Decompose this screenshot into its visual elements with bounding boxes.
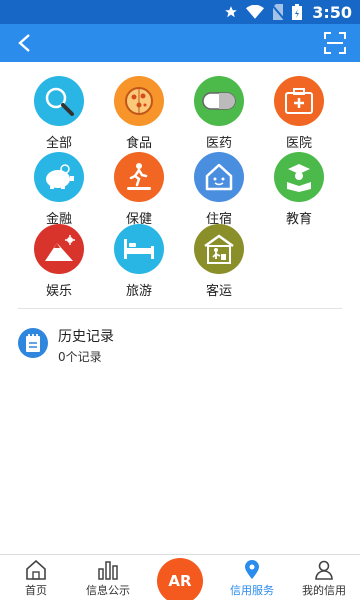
history-icon-bg <box>18 328 48 358</box>
tab-label: 我的信用 <box>302 584 346 597</box>
tab-info[interactable]: 信息公示 <box>72 555 144 600</box>
medical-kit-icon <box>285 88 313 114</box>
treadmill-icon <box>127 163 151 190</box>
category-education[interactable]: 教育 <box>259 152 339 227</box>
back-button[interactable] <box>12 32 36 54</box>
tab-label: 信息公示 <box>86 584 130 597</box>
category-icon-bg <box>114 152 164 202</box>
top-bar <box>0 24 360 62</box>
category-icon-bg <box>114 224 164 274</box>
bar-chart-icon <box>98 561 118 580</box>
no-sim-icon <box>272 4 285 20</box>
category-entertainment[interactable]: 娱乐 <box>19 224 99 299</box>
tab-credit-service[interactable]: 信用服务 <box>216 555 288 600</box>
battery-icon <box>292 4 303 20</box>
divider <box>18 308 342 309</box>
student-book-icon <box>287 164 311 192</box>
magnifier-icon <box>45 87 74 116</box>
status-time: 3:50 <box>312 2 352 22</box>
category-icon-bg <box>34 76 84 126</box>
category-travel[interactable]: 旅游 <box>99 224 179 299</box>
pill-icon <box>202 92 236 110</box>
ar-button[interactable]: AR <box>157 558 203 600</box>
category-food[interactable]: 食品 <box>99 76 179 151</box>
category-transport[interactable]: 客运 <box>179 224 259 299</box>
tab-label: 首页 <box>25 584 47 597</box>
category-icon-bg <box>34 152 84 202</box>
category-label: 客运 <box>205 284 232 299</box>
category-label: 食品 <box>125 136 152 151</box>
category-label: 医药 <box>205 136 232 151</box>
category-icon-bg <box>194 76 244 126</box>
category-health[interactable]: 保健 <box>99 152 179 227</box>
history-title: 历史记录 <box>58 329 114 345</box>
house-icon <box>205 163 233 191</box>
category-icon-bg <box>274 76 324 126</box>
bed-icon <box>124 239 154 259</box>
user-icon <box>315 560 333 580</box>
category-medicine[interactable]: 医药 <box>179 76 259 151</box>
category-lodging[interactable]: 住宿 <box>179 152 259 227</box>
category-finance[interactable]: 金融 <box>19 152 99 227</box>
status-bar: 3:50 <box>0 0 360 24</box>
category-label: 教育 <box>285 212 312 227</box>
notebook-icon <box>26 334 40 352</box>
scan-button[interactable] <box>324 32 346 54</box>
category-label: 全部 <box>45 136 72 151</box>
station-icon <box>204 234 234 264</box>
category-icon-bg <box>194 152 244 202</box>
category-label: 医院 <box>285 136 312 151</box>
home-icon <box>26 560 46 580</box>
pizza-icon <box>125 87 153 115</box>
ski-slope-icon <box>45 235 75 261</box>
category-icon-bg <box>34 224 84 274</box>
location-pin-icon <box>245 560 259 579</box>
tab-home[interactable]: 首页 <box>0 555 72 600</box>
history-section[interactable]: 历史记录 0个记录 <box>18 322 342 368</box>
category-icon-bg <box>194 224 244 274</box>
category-icon-bg <box>274 152 324 202</box>
piggy-bank-icon <box>46 164 74 189</box>
category-hospital[interactable]: 医院 <box>259 76 339 151</box>
wifi-icon <box>246 5 265 19</box>
category-icon-bg <box>114 76 164 126</box>
scan-icon <box>324 32 346 54</box>
history-count: 0个记录 <box>58 350 102 364</box>
star-icon <box>225 6 238 18</box>
category-label: 旅游 <box>125 284 152 299</box>
chevron-left-icon <box>18 34 30 52</box>
category-label: 娱乐 <box>45 284 72 299</box>
category-all[interactable]: 全部 <box>19 76 99 151</box>
tab-my-credit[interactable]: 我的信用 <box>288 555 360 600</box>
tab-label: 信用服务 <box>230 584 274 597</box>
